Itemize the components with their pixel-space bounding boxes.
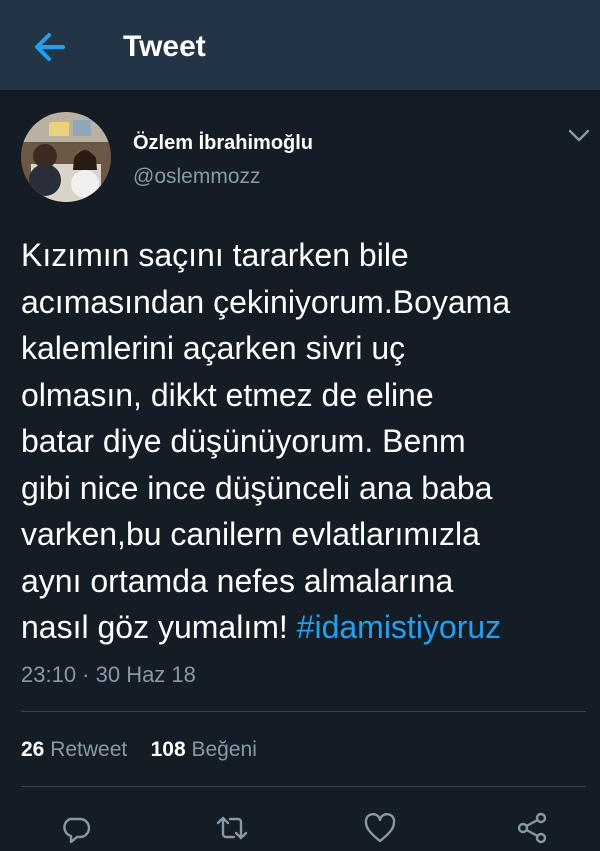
more-options-button[interactable] [566,126,592,146]
tweet-text-line: Kızımın saçını tararken bile [21,237,409,273]
reply-button[interactable] [58,810,94,846]
avatar-image [21,112,111,202]
retweet-stat[interactable]: 26 Retweet [21,738,127,761]
username[interactable]: @oslemmozz [133,163,261,191]
like-stat[interactable]: 108 Beğeni [151,738,257,761]
tweet-text-line: batar diye düşünüyorum. Benm [21,423,466,459]
retweet-label: Retweet [50,738,128,761]
like-button[interactable] [362,810,398,846]
tweet-text-line: acımasından çekiniyorum.Boyama [21,283,511,320]
retweet-icon [216,816,248,840]
tweet-text-last-line: nasıl göz yumalım! #idamistiyoruz [21,604,587,651]
top-bar: Tweet [0,0,600,92]
avatar[interactable] [21,112,111,202]
chevron-down-icon [568,129,590,142]
divider [21,711,586,712]
share-button[interactable] [514,810,550,846]
divider [21,786,586,787]
arrow-left-icon [35,33,65,61]
display-name[interactable]: Özlem İbrahimoğlu [133,130,313,156]
share-icon [517,812,547,844]
tweet-text-line: nasıl göz yumalım! [21,609,297,645]
hashtag-link[interactable]: #idamistiyoruz [297,609,502,645]
like-count: 108 [150,738,186,761]
tweet-text-line: varken,bu canilern evlatlarımızla [21,516,480,552]
like-label: Beğeni [191,738,257,761]
tweet-text: Kızımın saçını tararken bile acımasından… [21,232,587,651]
tweet-timestamp: 23:10 · 30 Haz 18 [21,662,196,687]
tweet-stats: 26 Retweet 108 Beğeni [21,735,257,765]
heart-icon [364,812,396,843]
back-button[interactable] [30,27,70,67]
tweet-text-line: kalemlerini açarken sivri uç [21,330,406,366]
tweet-text-line: olmasın, dikkt etmez de eline [21,376,434,413]
page-title: Tweet [123,30,206,63]
reply-icon [63,817,91,844]
retweet-count: 26 [21,738,45,761]
tweet-text-line: aynı ortamda nefes almalarına [21,562,454,599]
tweet-text-line: gibi nice ince düşünceli ana baba [21,469,493,506]
retweet-button[interactable] [214,810,250,846]
